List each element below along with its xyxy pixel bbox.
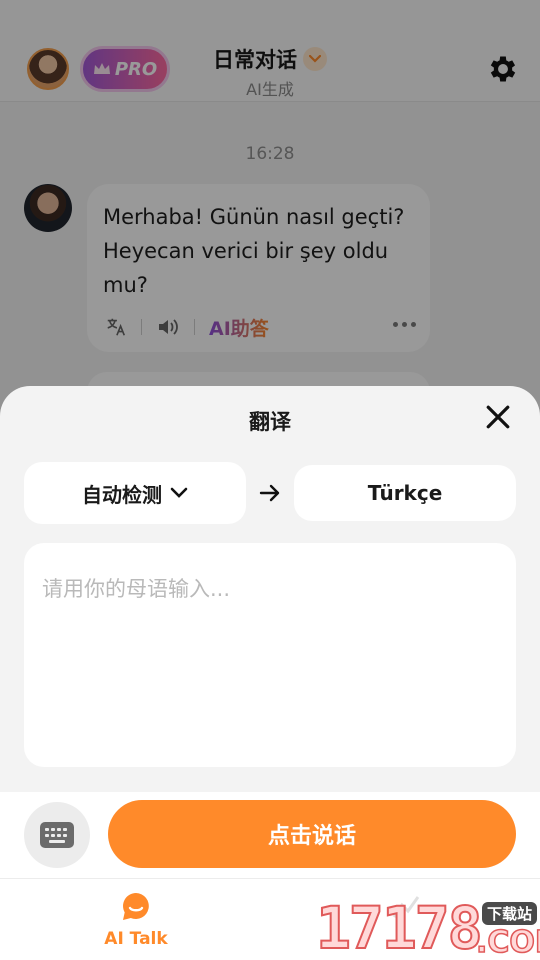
tab-ai-talk[interactable]: AI Talk: [76, 891, 196, 949]
talk-button[interactable]: 点击说话: [108, 800, 516, 868]
chevron-down-icon: [170, 487, 188, 498]
arrow-right-icon: [259, 484, 280, 502]
chat-bubble-icon: [123, 893, 149, 920]
translate-sheet: 翻译 自动检测 Türkçe: [0, 386, 540, 806]
source-language-label: 自动检测: [82, 482, 162, 507]
sheet-title: 翻译: [249, 410, 291, 434]
keyboard-icon: [40, 822, 74, 848]
translate-input[interactable]: [24, 543, 516, 767]
watermark-number: 17178: [315, 894, 484, 960]
input-bar: 点击说话: [0, 792, 540, 878]
close-icon[interactable]: [485, 404, 511, 430]
target-language-select[interactable]: Türkçe: [294, 465, 516, 521]
target-language-label: Türkçe: [367, 481, 443, 505]
watermark-logo: 17178 .COM 下载站: [315, 894, 540, 960]
tab-ai-talk-label: AI Talk: [104, 929, 168, 949]
source-language-select[interactable]: 自动检测: [24, 462, 246, 524]
watermark-tag: 下载站: [482, 902, 538, 925]
watermark-domain: .COM: [475, 925, 540, 960]
keyboard-button[interactable]: [24, 802, 90, 868]
